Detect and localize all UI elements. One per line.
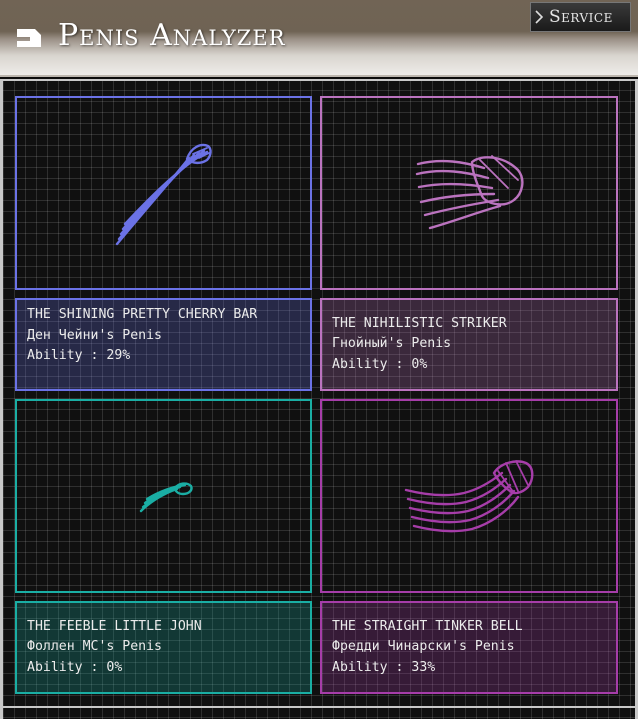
penis-outline-icon [415,155,524,230]
penis-ability: Ability : 33% [332,659,436,675]
penis-ability: Ability : 0% [27,659,123,675]
penis-info-panel: THE STRAIGHT TINKER BELL Фредди Чинарски… [320,601,618,694]
penis-ability: Ability : 29% [27,348,131,364]
penis-info-panel: THE NIHILISTIC STRIKER Гнойный's Penis A… [320,298,618,391]
penis-owner: Фредди Чинарски's Penis [332,639,515,655]
penis-outline-icon [115,143,212,246]
penis-info-panel: THE SHINING PRETTY CHERRY BAR Ден Чейни'… [15,298,312,391]
results-grid: THE SHINING PRETTY CHERRY BAR Ден Чейни'… [0,79,638,719]
grid-top-border [3,79,635,81]
service-button-label: Service [549,7,613,27]
penis-info-panel: THE FEEBLE LITTLE JOHN Фоллен MC's Penis… [15,601,312,694]
penis-name: THE STRAIGHT TINKER BELL [332,618,523,634]
penis-outline-icon [139,482,193,513]
penis-image-panel [15,96,312,290]
app-title: Penis Analyzer [58,18,286,53]
penis-outline-icon [404,460,534,533]
penis-name: THE NIHILISTIC STRIKER [332,315,507,331]
penis-name: THE SHINING PRETTY CHERRY BAR [27,307,258,322]
grid-bottom-border [3,706,635,708]
penis-image-panel [320,399,618,593]
penis-image-panel [15,399,312,593]
penis-ability: Ability : 0% [332,356,428,372]
penis-owner: Фоллен MC's Penis [27,639,162,655]
penis-owner: Гнойный's Penis [332,336,452,352]
penis-image-panel [320,96,618,290]
app-header: Penis Analyzer Service [0,0,638,77]
penis-name: THE FEEBLE LITTLE JOHN [27,618,202,634]
app-logo-icon [17,29,41,47]
chevron-right-icon [535,10,543,24]
service-button[interactable]: Service [530,2,631,32]
penis-owner: Ден Чейни's Penis [27,327,162,343]
